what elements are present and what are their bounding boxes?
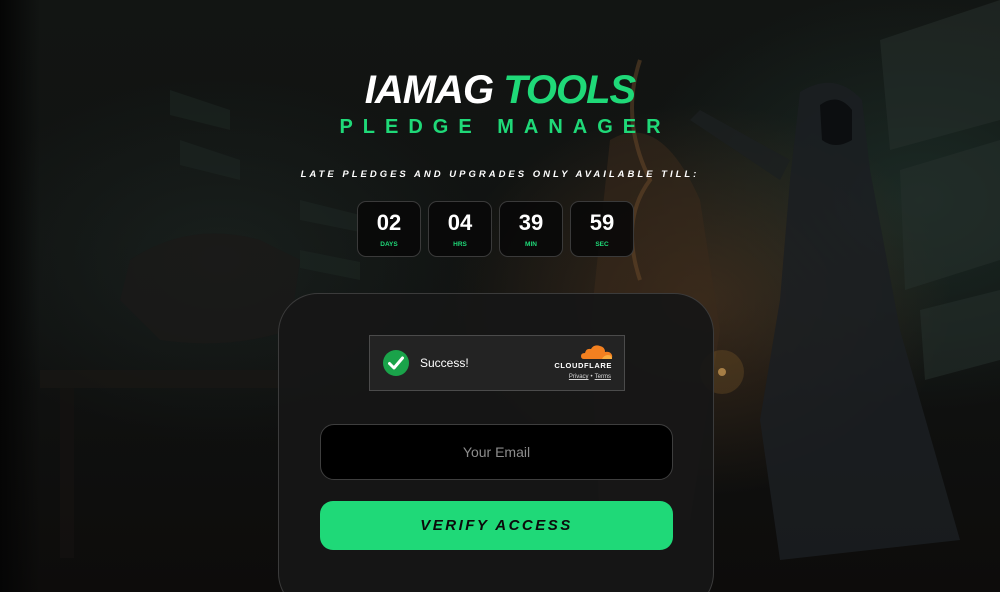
deadline-notice: LATE PLEDGES AND UPGRADES ONLY AVAILABLE… [300,169,700,180]
check-circle-icon [383,350,409,376]
cloudflare-cloud-icon [581,345,613,359]
captcha-links: Privacy • Terms [569,374,611,380]
link-separator: • [590,374,593,380]
terms-link[interactable]: Terms [595,374,611,380]
countdown-hours: 04 HRS [428,201,492,257]
brand-name: IAMAG [364,68,494,112]
countdown-unit: MIN [525,241,537,248]
countdown-days: 02 DAYS [357,201,421,257]
countdown-value: 39 [518,210,544,235]
countdown-value: 04 [447,210,473,235]
countdown-minutes: 39 MIN [499,201,563,257]
brand-tools: TOOLS [503,68,636,112]
access-card: Success! CLOUDFLARE Privacy•Terms VERIFY… [278,293,714,592]
captcha-status: Success! [420,356,469,370]
brand-logo: IAMAG TOOLS [0,68,1000,113]
page-subtitle: PLEDGE MANAGER [339,116,671,138]
countdown-unit: SEC [595,241,609,248]
privacy-link[interactable]: Privacy [569,374,589,380]
countdown-value: 59 [589,210,615,235]
verify-access-button[interactable]: VERIFY ACCESS [320,501,673,550]
countdown-unit: DAYS [380,241,398,248]
countdown-value: 02 [376,210,402,235]
email-input[interactable] [320,424,673,480]
cloudflare-logo-text: CLOUDFLARE [554,361,612,370]
countdown-unit: HRS [453,241,467,248]
countdown-seconds: 59 SEC [570,201,634,257]
page: IAMAG TOOLS PLEDGE MANAGER LATE PLEDGES … [0,0,1000,592]
cloudflare-captcha-widget[interactable]: Success! CLOUDFLARE Privacy • Terms [369,335,625,391]
countdown-timer: 02 DAYS 04 HRS 39 MIN 59 SEC [357,201,634,257]
